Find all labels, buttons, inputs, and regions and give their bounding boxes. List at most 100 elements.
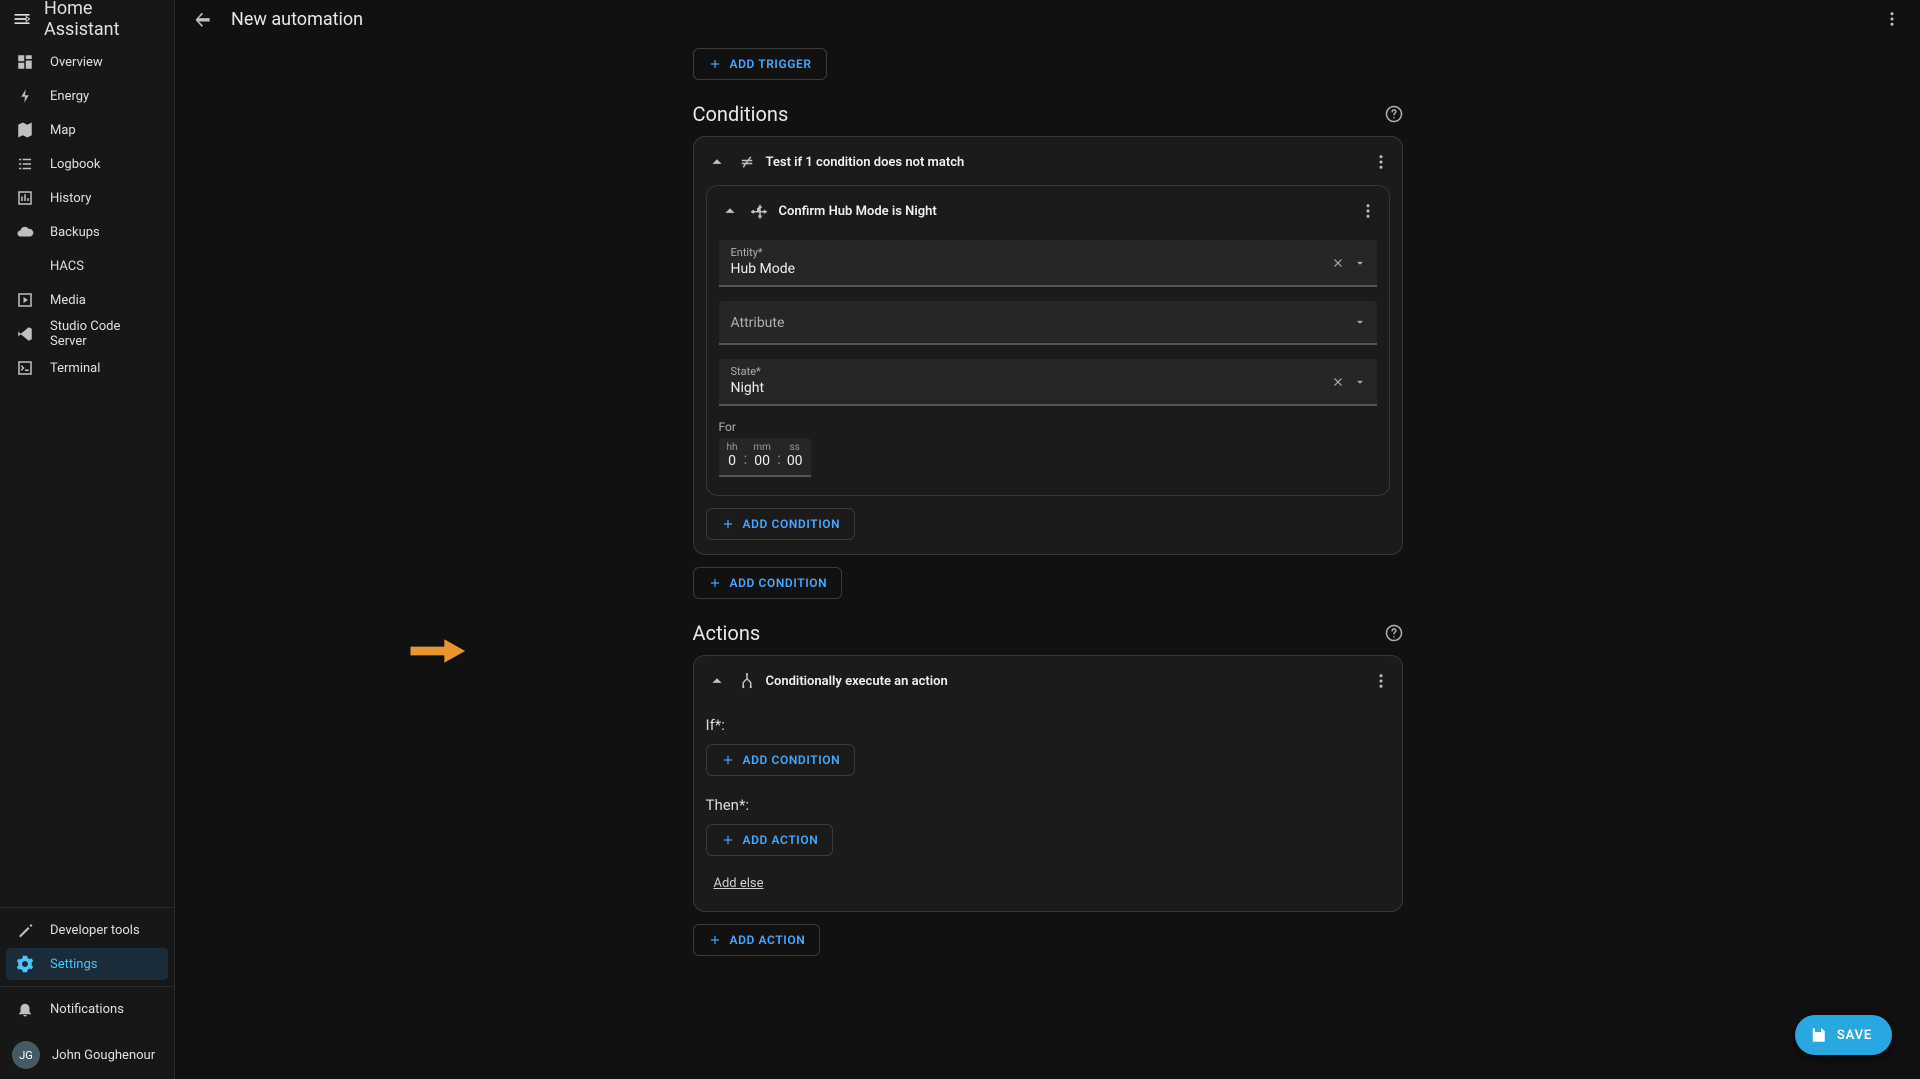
nav-label: Backups xyxy=(50,225,100,240)
add-else-link[interactable]: Add else xyxy=(714,876,764,891)
save-button[interactable]: SAVE xyxy=(1795,1015,1892,1055)
nav-item-history[interactable]: History xyxy=(6,182,168,214)
app-title: Home Assistant xyxy=(44,0,162,40)
menu-icon[interactable] xyxy=(12,9,32,29)
nav-item-notifications[interactable]: Notifications xyxy=(6,993,168,1025)
nav-label: Media xyxy=(50,293,86,308)
clear-icon[interactable] xyxy=(1331,375,1345,389)
condition-card-outer: Test if 1 condition does not match Confi… xyxy=(693,136,1403,555)
add-condition-inner-button[interactable]: ADD CONDITION xyxy=(706,508,856,540)
button-label: ADD TRIGGER xyxy=(730,57,812,71)
nav-label: Settings xyxy=(50,957,97,972)
nav-item-logbook[interactable]: Logbook xyxy=(6,148,168,180)
nav-label: Energy xyxy=(50,89,89,104)
user-name: John Goughenour xyxy=(52,1048,155,1063)
conditions-section-head: Conditions xyxy=(693,102,1403,126)
chevron-down-icon[interactable] xyxy=(1353,375,1367,389)
list-icon xyxy=(16,155,34,173)
bell-icon xyxy=(16,1000,34,1018)
action-card-head: Conditionally execute an action xyxy=(706,666,1390,696)
nav-label: Developer tools xyxy=(50,923,140,938)
sidebar-header: Home Assistant xyxy=(0,0,174,38)
save-icon xyxy=(1809,1026,1827,1044)
more-vert-icon[interactable] xyxy=(1372,672,1390,690)
nav-item-studio-code[interactable]: Studio Code Server xyxy=(6,318,168,350)
map-icon xyxy=(16,121,34,139)
nav-item-energy[interactable]: Energy xyxy=(6,80,168,112)
chevron-up-icon[interactable] xyxy=(719,200,741,222)
nav-label: Overview xyxy=(50,55,103,70)
branch-icon xyxy=(738,672,756,690)
ss-value[interactable]: 00 xyxy=(787,453,803,469)
entity-field-value: Hub Mode xyxy=(731,261,1365,277)
nav-item-developer-tools[interactable]: Developer tools xyxy=(6,914,168,946)
nav-label: Notifications xyxy=(50,1002,124,1017)
hacs-icon xyxy=(16,257,34,275)
conditions-title: Conditions xyxy=(693,102,789,126)
cloud-icon xyxy=(16,223,34,241)
add-action-then-button[interactable]: ADD ACTION xyxy=(706,824,834,856)
entity-field-label: Entity* xyxy=(731,246,1365,259)
header-more-button[interactable] xyxy=(1880,7,1904,31)
hh-value[interactable]: 0 xyxy=(728,453,736,469)
time-separator: : xyxy=(744,449,748,469)
entity-field[interactable]: Entity* Hub Mode xyxy=(719,240,1377,287)
plus-icon xyxy=(708,576,722,590)
nav-label: Map xyxy=(50,123,76,138)
nav-item-backups[interactable]: Backups xyxy=(6,216,168,248)
main: ADD TRIGGER Conditions Test if 1 conditi… xyxy=(175,38,1920,1079)
nav-item-overview[interactable]: Overview xyxy=(6,46,168,78)
user-row[interactable]: JG John Goughenour xyxy=(0,1031,174,1079)
chart-icon xyxy=(16,189,34,207)
nav-item-hacs[interactable]: HACS xyxy=(6,250,168,282)
sidebar-bottom: Developer tools Settings Notifications J… xyxy=(0,907,174,1079)
help-icon[interactable] xyxy=(1385,105,1403,123)
attribute-field[interactable]: Attribute xyxy=(719,301,1377,345)
help-icon[interactable] xyxy=(1385,624,1403,642)
chevron-down-icon[interactable] xyxy=(1353,315,1367,329)
nav-item-terminal[interactable]: Terminal xyxy=(6,352,168,384)
avatar-initials: JG xyxy=(19,1049,33,1062)
card-title: Test if 1 condition does not match xyxy=(766,155,1362,170)
chevron-up-icon[interactable] xyxy=(706,670,728,692)
wand-icon xyxy=(16,921,34,939)
more-vert-icon[interactable] xyxy=(1359,202,1377,220)
plus-icon xyxy=(721,833,735,847)
button-label: ADD CONDITION xyxy=(730,576,828,590)
more-vert-icon xyxy=(1883,10,1901,28)
nav-item-media[interactable]: Media xyxy=(6,284,168,316)
nav-label: History xyxy=(50,191,91,206)
state-field[interactable]: State* Night xyxy=(719,359,1377,406)
vscode-icon xyxy=(16,325,34,343)
content-column: ADD TRIGGER Conditions Test if 1 conditi… xyxy=(693,48,1403,956)
button-label: ADD ACTION xyxy=(730,933,806,947)
plus-icon xyxy=(708,57,722,71)
not-equal-icon xyxy=(738,153,756,171)
mm-value[interactable]: 00 xyxy=(754,453,770,469)
back-button[interactable] xyxy=(191,7,215,31)
attribute-field-label: Attribute xyxy=(731,307,1365,335)
add-condition-if-button[interactable]: ADD CONDITION xyxy=(706,744,856,776)
duration-input[interactable]: hh 0 : mm 00 : ss 00 xyxy=(719,438,811,477)
terminal-icon xyxy=(16,359,34,377)
chevron-up-icon[interactable] xyxy=(706,151,728,173)
plus-icon xyxy=(708,933,722,947)
nav-item-map[interactable]: Map xyxy=(6,114,168,146)
add-trigger-button[interactable]: ADD TRIGGER xyxy=(693,48,827,80)
plus-icon xyxy=(721,517,735,531)
state-field-value: Night xyxy=(731,380,1365,396)
nav-item-settings[interactable]: Settings xyxy=(6,948,168,980)
actions-title: Actions xyxy=(693,621,761,645)
clear-icon[interactable] xyxy=(1331,256,1345,270)
more-vert-icon[interactable] xyxy=(1372,153,1390,171)
inner-card-head: Confirm Hub Mode is Night xyxy=(719,196,1377,226)
add-action-outer-button[interactable]: ADD ACTION xyxy=(693,924,821,956)
hh-label: hh xyxy=(727,442,738,453)
chevron-down-icon[interactable] xyxy=(1353,256,1367,270)
nav-label: HACS xyxy=(50,259,84,274)
arrow-left-icon xyxy=(193,9,213,29)
action-card-title: Conditionally execute an action xyxy=(766,674,1362,689)
button-label: ADD CONDITION xyxy=(743,753,841,767)
add-condition-outer-button[interactable]: ADD CONDITION xyxy=(693,567,843,599)
nav-label: Terminal xyxy=(50,361,100,376)
